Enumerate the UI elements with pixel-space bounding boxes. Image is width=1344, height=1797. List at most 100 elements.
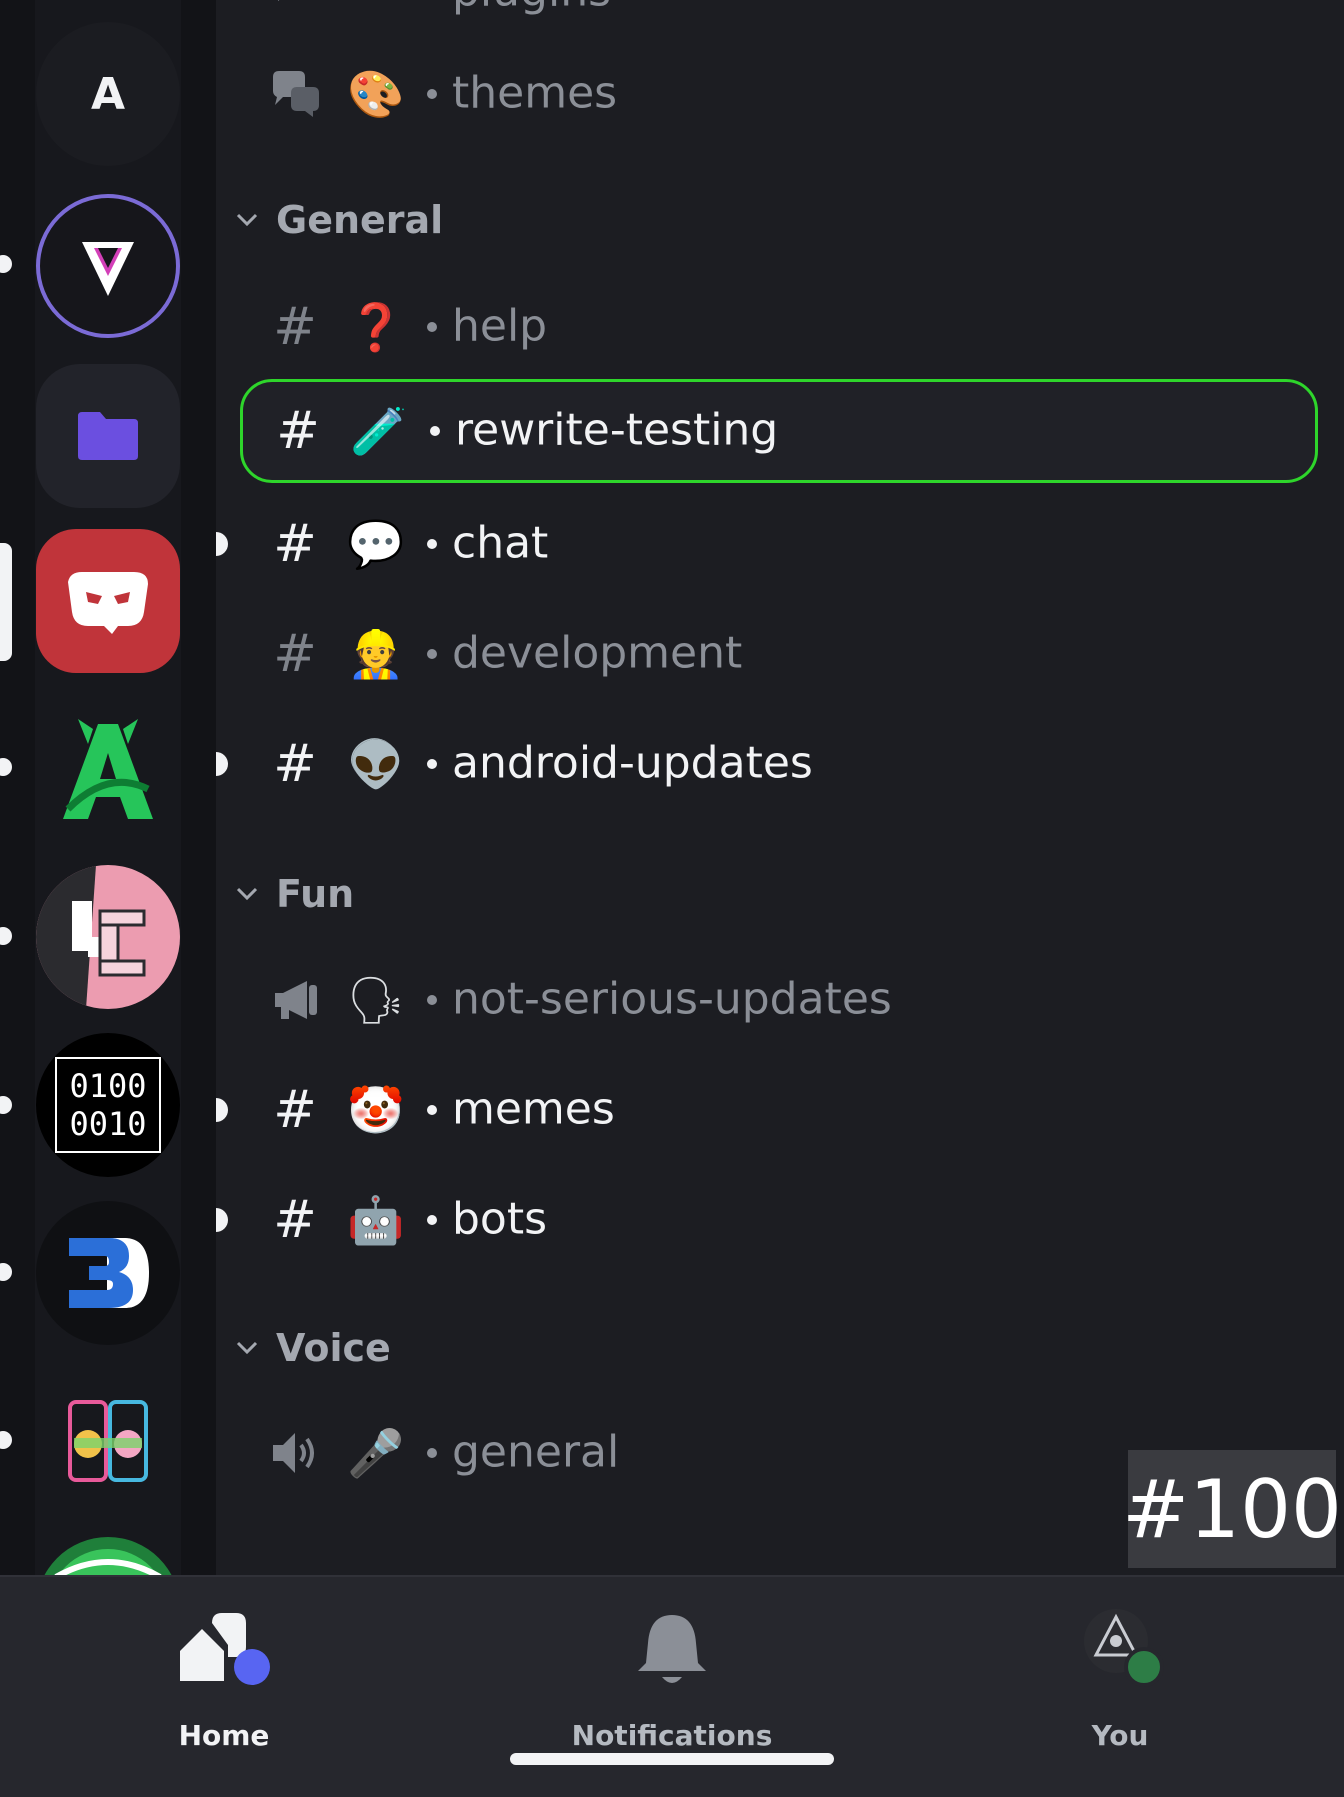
unread-indicator bbox=[0, 1431, 12, 1449]
separator-dot bbox=[427, 759, 437, 769]
nav-notifications[interactable]: Notifications bbox=[542, 1607, 802, 1767]
v-logo-icon bbox=[82, 242, 134, 296]
separator-dot bbox=[427, 1448, 437, 1458]
server-phones[interactable] bbox=[36, 1369, 180, 1513]
channel-row-android-updates[interactable]: # 👽 android-updates bbox=[216, 712, 1318, 816]
forum-icon bbox=[270, 0, 320, 17]
bell-icon bbox=[622, 1607, 722, 1691]
server-a[interactable]: A bbox=[36, 22, 180, 166]
gesture-home-bar[interactable] bbox=[510, 1753, 834, 1765]
server-binary[interactable]: 0100 0010 bbox=[36, 1033, 180, 1177]
microphone-emoji: 🎤 bbox=[347, 1425, 405, 1480]
separator-dot bbox=[427, 649, 437, 659]
nav-home-label: Home bbox=[178, 1719, 270, 1752]
unread-indicator bbox=[0, 255, 12, 273]
channel-name: rewrite-testing bbox=[455, 404, 779, 456]
category-name: Fun bbox=[276, 872, 355, 916]
unread-indicator bbox=[0, 1096, 12, 1114]
server-mask[interactable] bbox=[36, 529, 180, 673]
server-a-label: A bbox=[90, 68, 126, 120]
speaker-icon bbox=[270, 1428, 320, 1478]
category-voice[interactable]: Voice bbox=[232, 1318, 391, 1378]
server-folder[interactable] bbox=[36, 364, 180, 508]
channel-row-not-serious-updates[interactable]: 🗣 not-serious-updates bbox=[240, 948, 1318, 1052]
hash-icon: # bbox=[273, 1190, 317, 1250]
robot-emoji: 🤖 bbox=[347, 1192, 405, 1247]
chevron-down-icon bbox=[232, 1333, 262, 1363]
separator-dot bbox=[427, 995, 437, 1005]
speaking-head-emoji: 🗣 bbox=[346, 972, 406, 1027]
channel-row-memes[interactable]: # 🤡 memes bbox=[216, 1058, 1318, 1162]
binary-line-2: 0010 bbox=[69, 1105, 147, 1143]
selected-server-indicator bbox=[0, 543, 12, 661]
hash-icon: # bbox=[273, 297, 317, 357]
nav-you[interactable]: You bbox=[990, 1607, 1250, 1767]
channel-row-chat[interactable]: # 💬 chat bbox=[216, 492, 1318, 596]
channel-row-development[interactable]: # 👷 development bbox=[240, 602, 1318, 706]
binary-line-1: 0100 bbox=[69, 1067, 147, 1105]
channel-row-themes[interactable]: 🎨 themes bbox=[240, 42, 1318, 146]
channel-name: memes bbox=[452, 1083, 615, 1135]
hash-icon: # bbox=[273, 1080, 317, 1140]
channel-row-plugins[interactable]: plugins bbox=[240, 0, 1318, 44]
b-logo-icon bbox=[69, 1238, 149, 1308]
unread-indicator bbox=[0, 1263, 12, 1281]
nav-notifications-label: Notifications bbox=[571, 1719, 773, 1752]
green-a-logo-icon bbox=[63, 719, 153, 819]
announcement-icon bbox=[270, 975, 320, 1025]
category-fun[interactable]: Fun bbox=[232, 864, 354, 924]
chevron-down-icon bbox=[232, 205, 262, 235]
avatar bbox=[1070, 1607, 1170, 1691]
binary-logo: 0100 0010 bbox=[55, 1057, 161, 1153]
separator-dot bbox=[427, 1215, 437, 1225]
frame-number-badge: #100 bbox=[1122, 1450, 1342, 1568]
separator-dot bbox=[427, 89, 437, 99]
folder-icon bbox=[78, 412, 138, 460]
construction-worker-emoji: 👷 bbox=[347, 626, 405, 681]
hash-icon: # bbox=[273, 734, 317, 794]
test-tube-emoji: 🧪 bbox=[350, 403, 408, 458]
channel-name: bots bbox=[452, 1193, 548, 1245]
speech-bubble-emoji: 💬 bbox=[347, 516, 405, 571]
chevron-down-icon bbox=[232, 879, 262, 909]
channel-name: general bbox=[452, 1426, 620, 1478]
hash-icon: # bbox=[273, 514, 317, 574]
channel-name: plugins bbox=[452, 0, 611, 16]
channel-name: development bbox=[452, 627, 743, 679]
server-v[interactable] bbox=[36, 194, 180, 338]
category-name: Voice bbox=[276, 1326, 391, 1370]
category-general[interactable]: General bbox=[232, 190, 443, 250]
channel-row-help[interactable]: # ❓ help bbox=[240, 275, 1318, 379]
palette-emoji: 🎨 bbox=[347, 66, 405, 121]
hash-icon: # bbox=[276, 401, 320, 461]
question-emoji: ❓ bbox=[347, 299, 405, 354]
vc-logo-icon bbox=[36, 865, 146, 1009]
channel-row-bots[interactable]: # 🤖 bots bbox=[216, 1168, 1318, 1272]
channel-name: chat bbox=[452, 517, 549, 569]
separator-dot bbox=[430, 426, 440, 436]
server-b[interactable] bbox=[36, 1201, 180, 1345]
channel-name: not-serious-updates bbox=[452, 973, 892, 1025]
category-name: General bbox=[276, 198, 444, 242]
forum-icon bbox=[270, 69, 320, 119]
mask-logo-icon bbox=[68, 572, 148, 634]
server-rail: A 0100 0010 bbox=[0, 0, 216, 1575]
unread-indicator bbox=[0, 927, 12, 945]
nav-you-label: You bbox=[1091, 1719, 1149, 1752]
server-vc[interactable] bbox=[36, 865, 180, 1009]
channel-name: help bbox=[452, 300, 548, 352]
separator-dot bbox=[427, 322, 437, 332]
phones-logo-icon bbox=[68, 1400, 148, 1482]
server-green-a[interactable] bbox=[36, 697, 180, 841]
home-icon bbox=[174, 1607, 274, 1691]
separator-dot bbox=[427, 539, 437, 549]
channel-row-rewrite-testing[interactable]: # 🧪 rewrite-testing bbox=[240, 379, 1318, 483]
nav-home[interactable]: Home bbox=[94, 1607, 354, 1767]
channel-name: themes bbox=[452, 67, 618, 119]
separator-dot bbox=[427, 1105, 437, 1115]
alien-emoji: 👽 bbox=[347, 736, 405, 791]
hash-icon: # bbox=[273, 624, 317, 684]
clown-emoji: 🤡 bbox=[347, 1082, 405, 1137]
channel-list: plugins 🎨 themes General # ❓ help # 🧪 re… bbox=[216, 0, 1344, 1575]
channel-name: android-updates bbox=[452, 737, 813, 789]
